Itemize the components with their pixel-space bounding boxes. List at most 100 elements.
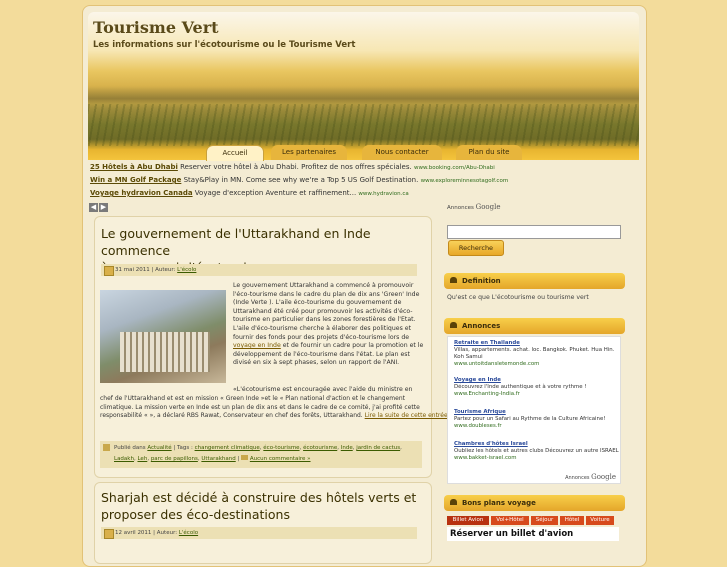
tag-link[interactable]: parc de papillons: [151, 456, 198, 462]
next-arrow-icon[interactable]: ▶: [99, 203, 108, 212]
post-text-line: (Inde Verte ). L'aile éco-tourisme du go…: [233, 299, 402, 307]
tag-link[interactable]: Inde: [341, 445, 353, 451]
speech-bubble-icon: [450, 322, 457, 328]
post-title-line1[interactable]: Sharjah est décidé à construire des hôte…: [101, 490, 416, 505]
annonces-widget-heading: Annonces: [444, 318, 625, 334]
sponsored-link-text: Stay&Play in MN. Come see why we're a To…: [183, 176, 419, 184]
ad-item: Chambres d'hôtes Israel Oubliez les hôte…: [454, 441, 619, 462]
ad-title-link[interactable]: Tourisme Afrique: [454, 409, 506, 415]
category-link[interactable]: Actualité: [147, 445, 171, 451]
post-title[interactable]: Sharjah est décidé à construire des hôte…: [101, 489, 416, 523]
ad-text: Koh Samui: [454, 354, 483, 360]
prev-arrow-icon[interactable]: ◀: [89, 203, 98, 212]
sponsored-links: 25 Hôtels à Abu Dhabi Reserver votre hôt…: [90, 161, 630, 200]
tag-link[interactable]: Ladakh: [114, 456, 134, 462]
ad-text: Villas, appartements. achat. loc. Bangko…: [454, 347, 615, 353]
post-footer: Publié dans Actualité | Tags : changemen…: [100, 441, 422, 468]
ads-label-text: Annonces: [447, 205, 474, 211]
sponsored-link-text: Reserver votre hôtel à Abu Dhabi. Profit…: [180, 163, 412, 171]
search-input[interactable]: [447, 225, 621, 239]
reserve-flight-title: Réserver un billet d'avion: [447, 527, 619, 541]
post-meta: 12 avril 2011 | Auteur: L'écolo: [101, 527, 417, 539]
read-more-link[interactable]: Lire la suite de cette entrée »: [365, 412, 454, 419]
sponsored-link-row: Win a MN Golf Package Stay&Play in MN. C…: [90, 174, 630, 187]
author-label: Auteur:: [155, 267, 176, 273]
post-paragraph-2-line4: responsabilité « », a déclaré RBS Rawat,…: [100, 412, 453, 421]
search-button[interactable]: Recherche: [448, 240, 504, 256]
sponsored-link-url[interactable]: www.hydravion.ca: [358, 191, 408, 197]
ad-url[interactable]: www.Enchanting-India.fr: [454, 391, 520, 397]
ad-text: Découvrez l'Inde authentique et à votre …: [454, 384, 587, 390]
bons-plans-widget-heading: Bons plans voyage: [444, 495, 625, 511]
ad-url[interactable]: www.untoitdansletemonde.com: [454, 361, 539, 367]
post-text-fragment: et de fournir un cadre pour la promotion…: [282, 342, 424, 350]
nav-tab-accueil[interactable]: Accueil: [206, 145, 264, 161]
nav-tab-plan-du-site[interactable]: Plan du site: [456, 145, 522, 160]
voyage-inde-link[interactable]: voyage en Inde: [233, 342, 281, 349]
tag-link[interactable]: Uttarakhand: [201, 456, 235, 462]
ad-title-link[interactable]: Chambres d'hôtes Israel: [454, 441, 528, 447]
tag-link[interactable]: changement climatique: [195, 445, 260, 451]
post-paragraph-2-line3: climatique. La mission verte en Inde est…: [100, 403, 420, 411]
tags-label: Tags :: [177, 445, 193, 451]
author-link[interactable]: L'écolo: [179, 530, 198, 536]
author-link[interactable]: L'écolo: [177, 267, 196, 273]
tag-link[interactable]: Leh: [137, 456, 147, 462]
google-ads-label: Annonces Google: [447, 203, 501, 211]
widget-heading-text: Annonces: [462, 322, 501, 330]
tab-hotel[interactable]: Hôtel: [560, 516, 584, 525]
post-text-line: L'aile d'éco-tourisme cherche à élaborer…: [233, 324, 411, 332]
google-ads-box: Retraite en Thaïlande Villas, appartemen…: [447, 336, 621, 484]
banner-hills: [88, 86, 639, 104]
sponsored-link-title[interactable]: 25 Hôtels à Abu Dhabi: [90, 163, 178, 171]
site-description: Les informations sur l'écotourisme ou le…: [93, 40, 356, 50]
post-sharjah: Sharjah est décidé à construire des hôte…: [94, 482, 432, 564]
tab-sejour[interactable]: Séjour: [531, 516, 558, 525]
speech-bubble-icon: [450, 277, 457, 283]
tag-link[interactable]: écotourisme: [303, 445, 337, 451]
post-text-line: l'éco-tourisme dans le cadre du plan de …: [233, 290, 420, 298]
calendar-icon: [104, 266, 114, 276]
ad-title-link[interactable]: Voyage en Inde: [454, 377, 501, 383]
post-date: 31 mai 2011: [115, 267, 150, 273]
site-title[interactable]: Tourisme Vert: [93, 18, 219, 37]
nav-tab-partenaires[interactable]: Les partenaires: [271, 145, 347, 160]
post-title-line1[interactable]: Le gouvernement de l'Uttarakhand en Inde…: [101, 226, 371, 258]
comments-link[interactable]: Aucun commentaire »: [250, 456, 311, 462]
ad-url[interactable]: www.doubleses.fr: [454, 423, 502, 429]
ad-url[interactable]: www.bakket-israel.com: [454, 455, 516, 461]
ad-item: Tourisme Afrique Partez pour un Safari a…: [454, 409, 605, 430]
calendar-icon: [104, 529, 114, 539]
post-title-line2[interactable]: proposer des éco-destinations: [101, 507, 290, 522]
ad-text: Partez pour un Safari au Rythme de la Cu…: [454, 416, 606, 422]
post-paragraph-1: Le gouvernement Uttarakhand a commencé à…: [233, 282, 424, 368]
folder-icon: [103, 444, 110, 451]
post-text-line: voyage en Inde et de fournir un cadre po…: [233, 342, 424, 351]
tab-vol-hotel[interactable]: Vol+Hôtel: [491, 516, 529, 525]
ad-pager: ◀ ▶: [89, 203, 109, 212]
nav-tab-contact[interactable]: Nous contacter: [362, 145, 442, 160]
sponsored-link-url[interactable]: www.exploreminnesotagolf.com: [421, 178, 509, 184]
widget-heading-text: Definition: [462, 277, 501, 285]
sponsored-link-title[interactable]: Win a MN Golf Package: [90, 176, 181, 184]
author-label: Auteur:: [156, 530, 178, 536]
post-paragraph-2-line2: chef de l'Uttarakhand et est en mission …: [100, 395, 405, 402]
ad-text: Oubliez les hôtels et autres clubs Décou…: [454, 448, 619, 454]
tag-link[interactable]: éco-tourisme: [263, 445, 299, 451]
ad-title-link[interactable]: Retraite en Thaïlande: [454, 340, 520, 346]
sponsored-link-title[interactable]: Voyage hydravion Canada: [90, 189, 193, 197]
sponsored-link-url[interactable]: www.booking.com/Abu-Dhabi: [414, 165, 495, 171]
tab-billet-avion[interactable]: Billet Avion: [447, 516, 489, 525]
ad-item: Voyage en Inde Découvrez l'Inde authenti…: [454, 377, 586, 398]
ads-footer-label: Annonces: [565, 475, 590, 481]
tag-link[interactable]: jardin de cactus: [356, 445, 400, 451]
google-logo: Google: [475, 203, 501, 211]
post-text-fragment: responsabilité « », a déclaré RBS Rawat,…: [100, 412, 363, 420]
ads-by-google[interactable]: Annonces Google: [565, 473, 616, 481]
post-thumbnail: [100, 290, 226, 383]
banner-vine-rows: [88, 104, 639, 146]
posted-in-label: Publié dans: [114, 445, 146, 451]
tab-voiture[interactable]: Voiture: [586, 516, 614, 525]
definition-text[interactable]: Qu'est ce que L'écotourisme ou tourisme …: [447, 294, 589, 301]
widget-heading-text: Bons plans voyage: [462, 499, 536, 507]
